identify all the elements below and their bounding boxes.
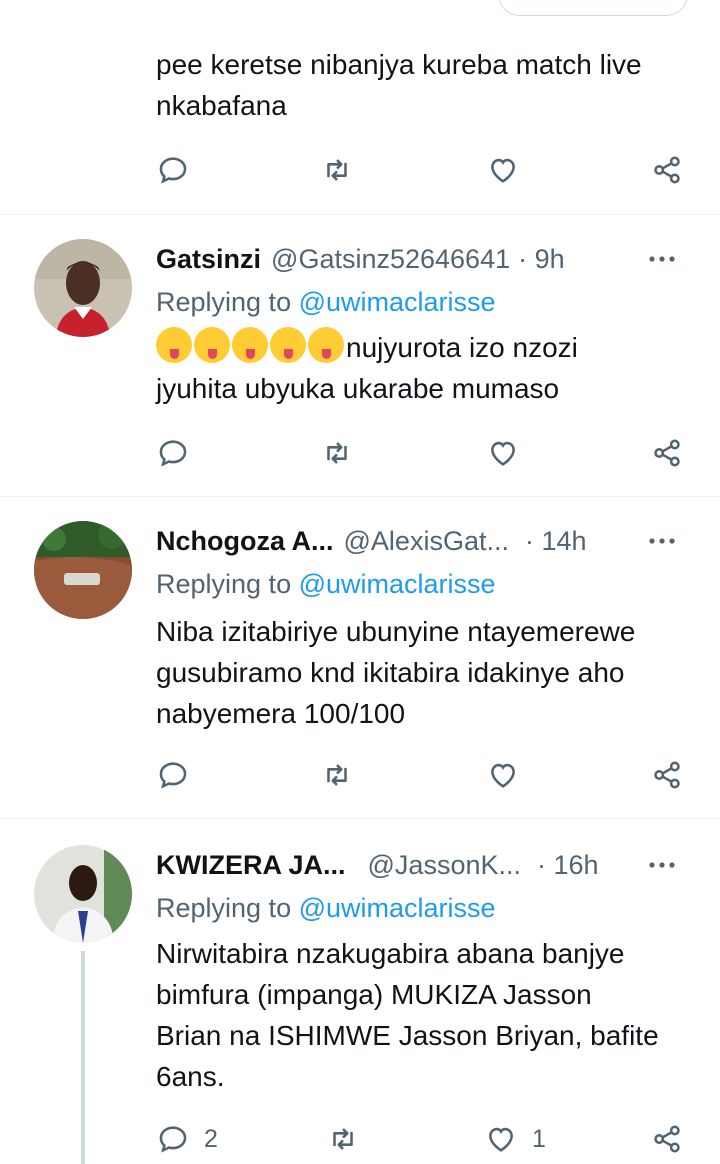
reply-icon (159, 1126, 187, 1153)
reply-button[interactable] (156, 431, 190, 475)
retweet-button[interactable] (320, 431, 354, 475)
like-count: 1 (532, 1124, 546, 1153)
display-name[interactable]: Nchogoza A... (156, 526, 334, 557)
tweet-header: KWIZERA JA... @JassonK... · 16h (156, 845, 680, 885)
display-name[interactable]: KWIZERA JA... (156, 850, 346, 881)
action-bar (156, 431, 696, 475)
reply-icon (159, 762, 187, 789)
replying-to: Replying to @uwimaclarisse (156, 287, 496, 318)
tweet[interactable]: Gatsinzi @Gatsinz52646641 · 9h Replying … (0, 214, 720, 497)
action-bar (156, 148, 696, 192)
tweet-text: pee keretse nibanjya kureba match live n… (156, 44, 696, 126)
like-icon (491, 158, 515, 183)
reply-count: 2 (204, 1124, 218, 1153)
replying-label: Replying to (156, 287, 292, 317)
tweet-text-fragment: nujyurota izo nzozi (346, 332, 578, 363)
retweet-button[interactable] (320, 148, 354, 192)
tweet-text-line: nujyurota izo nzozi (156, 327, 696, 368)
emoji-icon (308, 327, 344, 363)
user-handle[interactable]: @Gatsinz52646641 (271, 244, 510, 275)
retweet-icon (327, 764, 347, 786)
tweet-text-line: jyuhita ubyuka ukarabe mumaso (156, 373, 560, 404)
retweet-icon (327, 159, 347, 181)
retweet-icon (327, 442, 347, 464)
more-icon[interactable] (644, 527, 680, 555)
tweet[interactable]: Nchogoza A... @AlexisGat... · 14h Replyi… (0, 496, 720, 819)
tweet-text-line: Nirwitabira nzakugabira abana banjye (156, 938, 625, 969)
reply-button[interactable] (156, 148, 190, 192)
tweet-text: Niba izitabiriye ubunyine ntayemerewe gu… (156, 611, 696, 734)
share-icon (654, 1125, 680, 1153)
avatar[interactable] (34, 521, 132, 619)
tweet-header: Gatsinzi @Gatsinz52646641 · 9h (156, 239, 680, 279)
tweet-header: Nchogoza A... @AlexisGat... · 14h (156, 521, 680, 561)
avatar[interactable] (34, 845, 132, 943)
retweet-button[interactable] (320, 753, 354, 797)
like-icon (491, 763, 515, 788)
tweet-text: nujyurota izo nzozi jyuhita ubyuka ukara… (156, 327, 696, 409)
share-button[interactable] (650, 431, 684, 475)
display-name[interactable]: Gatsinzi (156, 244, 261, 275)
like-icon (489, 1127, 513, 1152)
share-icon (654, 439, 680, 467)
more-icon[interactable] (644, 245, 680, 273)
more-icon[interactable] (644, 851, 680, 879)
replying-label: Replying to (156, 893, 292, 923)
reply-icon (159, 440, 187, 467)
tweet-text-line: nabyemera 100/100 (156, 698, 406, 729)
like-button[interactable] (486, 753, 520, 797)
avatar[interactable] (34, 239, 132, 337)
tweet-text: Nirwitabira nzakugabira abana banjye bim… (156, 933, 696, 1097)
reply-icon (159, 157, 187, 184)
timestamp[interactable]: · 14h (525, 526, 587, 557)
share-button[interactable] (650, 1117, 684, 1161)
emoji-icon (156, 327, 192, 363)
tweet-text-line: Niba izitabiriye ubunyine ntayemerewe (156, 616, 636, 647)
action-bar (156, 753, 696, 797)
mention-link[interactable]: @uwimaclarisse (299, 569, 496, 599)
thread-line (81, 951, 85, 1164)
share-icon (654, 761, 680, 789)
tweet-text-line: gusubiramo knd ikitabira idakinye aho (156, 657, 625, 688)
retweet-icon (333, 1128, 353, 1150)
mention-link[interactable]: @uwimaclarisse (299, 287, 496, 317)
user-handle[interactable]: @AlexisGat... (344, 526, 509, 557)
mention-link[interactable]: @uwimaclarisse (299, 893, 496, 923)
tweet-text-line: Brian na ISHIMWE Jasson Briyan, bafite (156, 1020, 659, 1051)
timestamp[interactable]: · 16h (537, 850, 599, 881)
emoji-icon (270, 327, 306, 363)
share-icon (654, 156, 680, 184)
replying-label: Replying to (156, 569, 292, 599)
tweet-partial[interactable]: pee keretse nibanjya kureba match live n… (0, 0, 720, 214)
tweet[interactable]: KWIZERA JA... @JassonK... · 16h Replying… (0, 818, 720, 1164)
share-button[interactable] (650, 148, 684, 192)
replying-to: Replying to @uwimaclarisse (156, 569, 496, 600)
like-button[interactable]: 1 (484, 1117, 546, 1161)
reply-button[interactable]: 2 (156, 1117, 218, 1161)
like-button[interactable] (486, 148, 520, 192)
tweet-text-line: nkabafana (156, 90, 287, 121)
user-handle[interactable]: @JassonK... (368, 850, 521, 881)
replying-to: Replying to @uwimaclarisse (156, 893, 496, 924)
emoji-icon (232, 327, 268, 363)
tweet-text-line: pee keretse nibanjya kureba match live (156, 49, 642, 80)
follow-button[interactable] (498, 0, 688, 16)
like-button[interactable] (486, 431, 520, 475)
tweet-text-line: 6ans. (156, 1061, 225, 1092)
retweet-button[interactable] (326, 1117, 360, 1161)
like-icon (491, 441, 515, 466)
emoji-icon (194, 327, 230, 363)
timestamp[interactable]: · 9h (518, 244, 565, 275)
action-bar: 2 1 (156, 1117, 696, 1161)
reply-button[interactable] (156, 753, 190, 797)
tweet-text-line: bimfura (impanga) MUKIZA Jasson (156, 979, 592, 1010)
share-button[interactable] (650, 753, 684, 797)
